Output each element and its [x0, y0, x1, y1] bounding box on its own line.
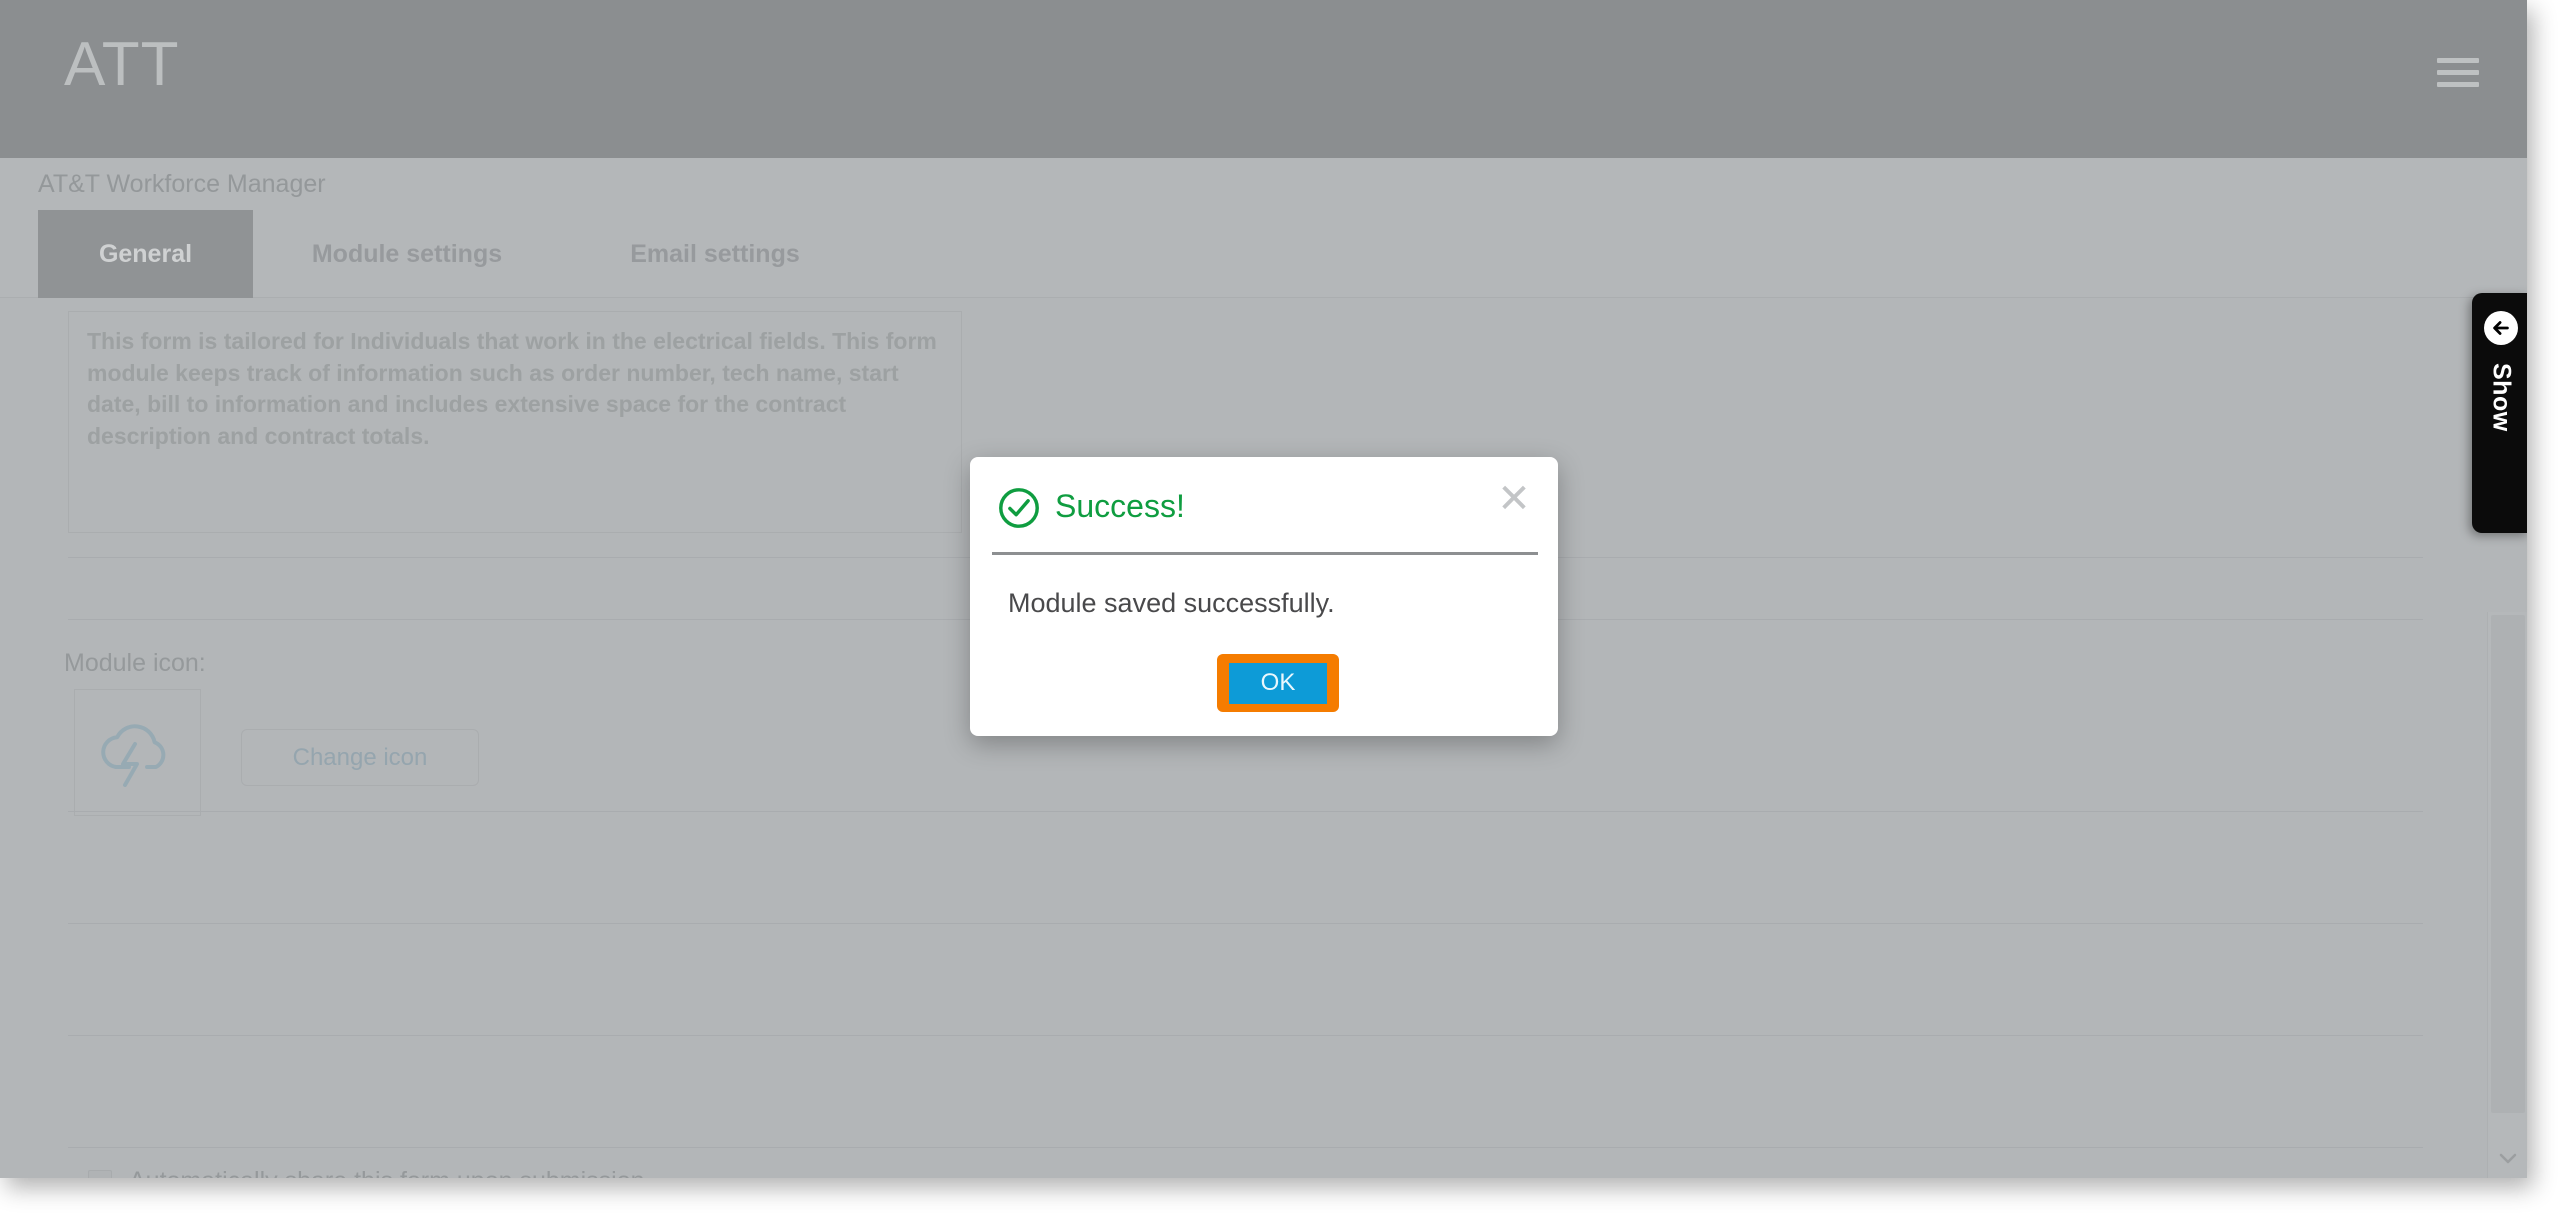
close-icon[interactable]: ✕: [1492, 479, 1536, 523]
arrow-left-circle-icon: [2484, 311, 2518, 345]
dialog-divider: [992, 552, 1538, 555]
show-panel-label: Show: [2487, 363, 2516, 432]
dialog-title: Success!: [1055, 488, 1185, 524]
dialog-header: Success! ✕: [970, 457, 1558, 552]
arrow-left-glyph: [2493, 321, 2509, 335]
ok-button-highlight: OK: [1217, 654, 1339, 712]
dialog-message: Module saved successfully.: [1008, 588, 1335, 618]
success-dialog: Success! ✕ Module saved successfully. OK: [970, 457, 1558, 736]
ok-button[interactable]: OK: [1229, 662, 1327, 704]
show-panel-tab[interactable]: Show: [2472, 293, 2527, 533]
check-circle-icon: [999, 488, 1039, 528]
application-frame: ATT AT&T Workforce Manager General Modul…: [0, 0, 2527, 1178]
